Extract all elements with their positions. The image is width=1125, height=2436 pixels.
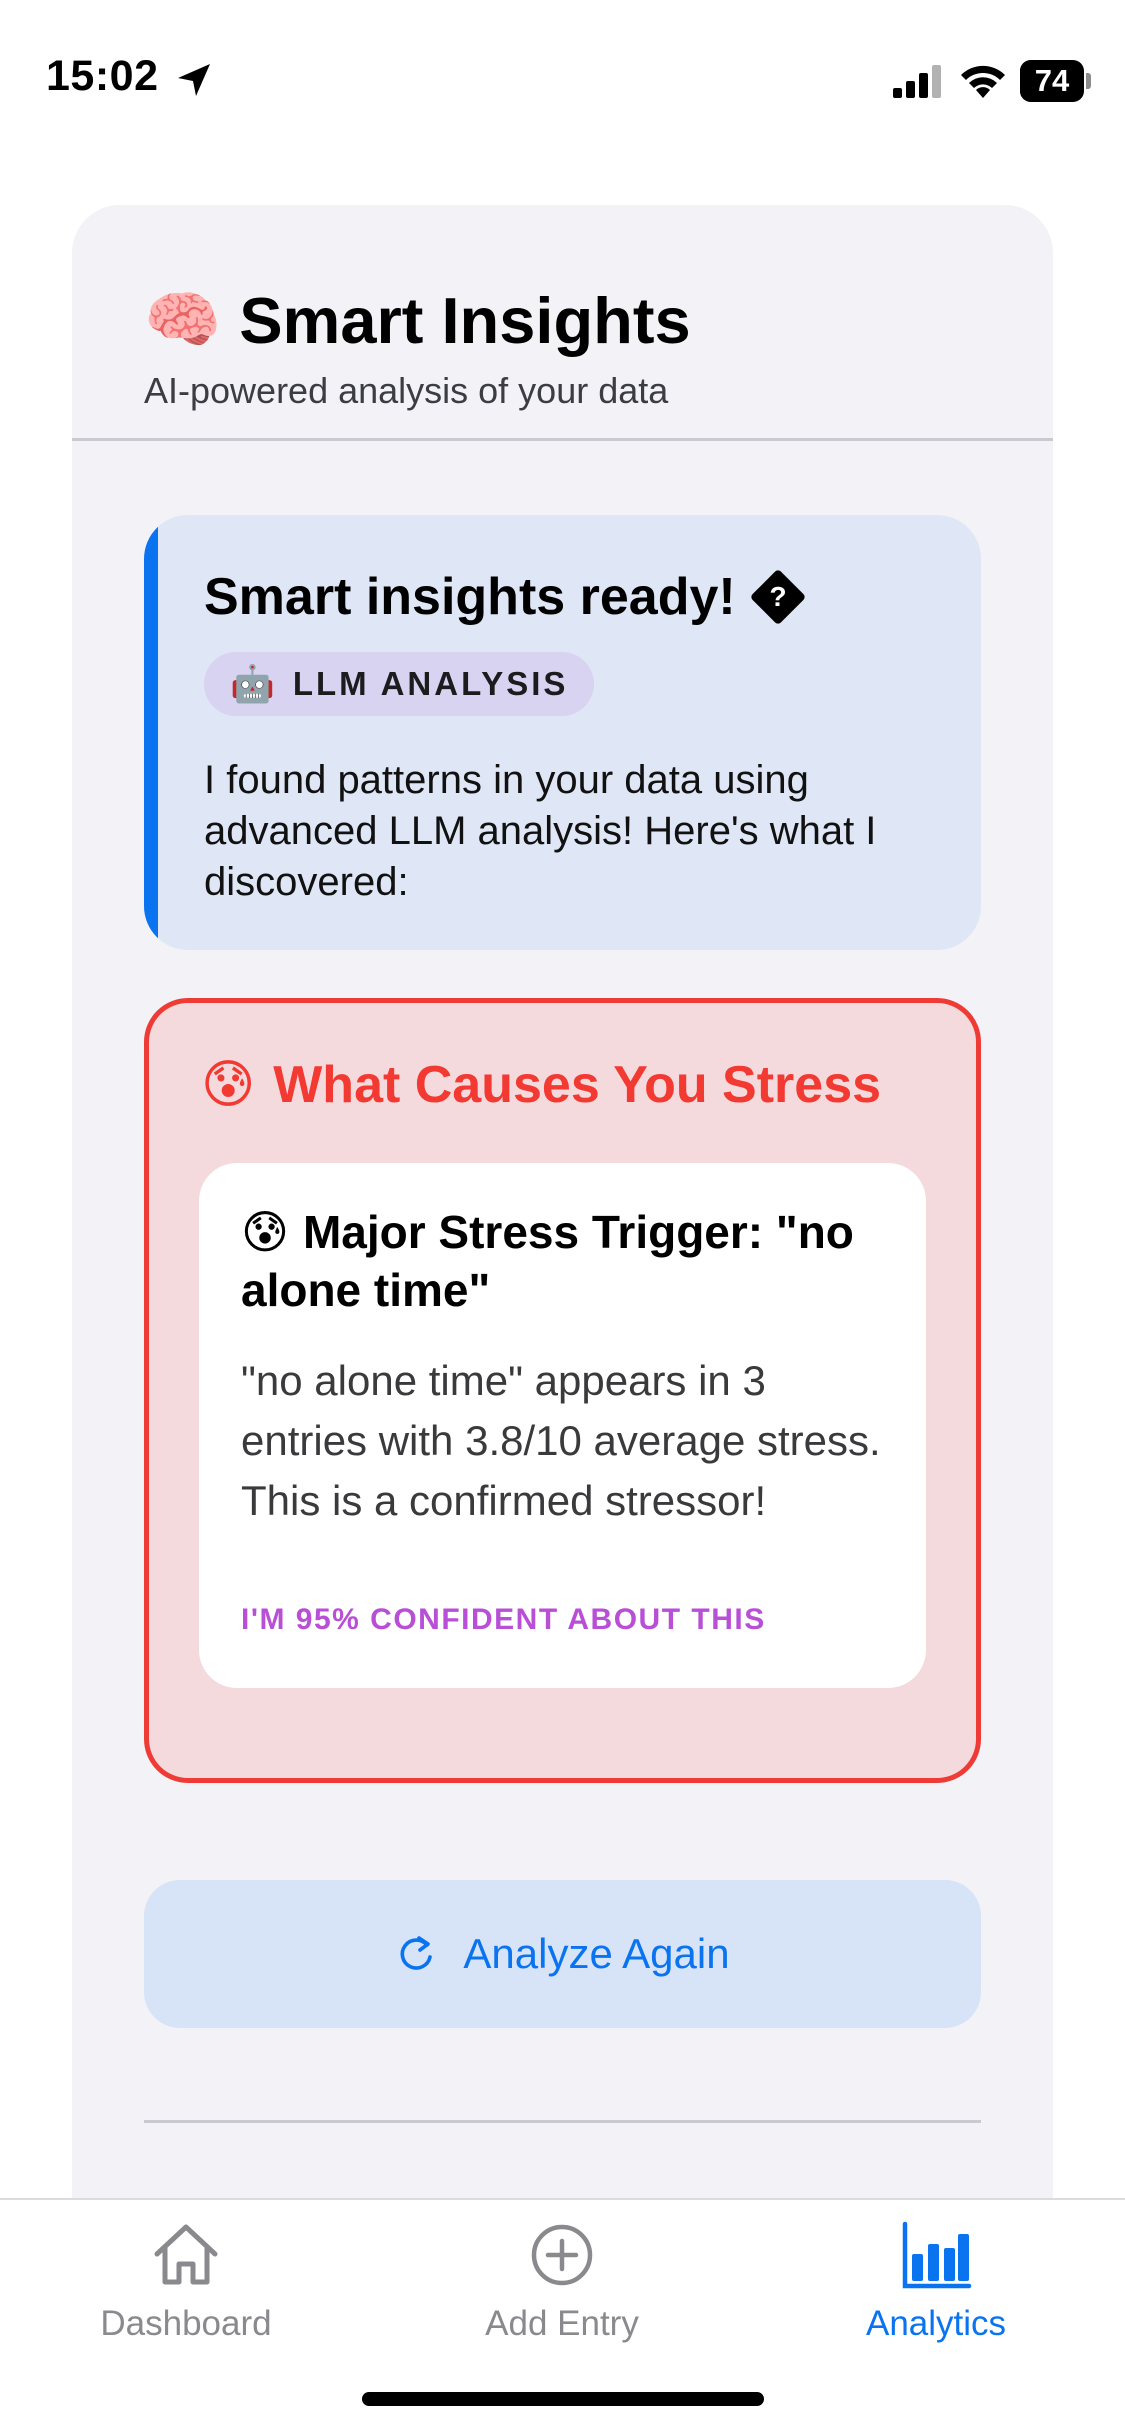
stress-trigger-card[interactable]: 😰 Major Stress Trigger: "no alone time" "…: [199, 1163, 926, 1688]
unknown-glyph-icon: ?: [749, 568, 807, 626]
insights-ready-title-row: Smart insights ready! ?: [204, 567, 807, 627]
header-divider: [72, 438, 1053, 441]
smart-insights-card: 🧠 Smart Insights AI-powered analysis of …: [72, 205, 1053, 2305]
stress-causes-section: 😰 What Causes You Stress 😰 Major Stress T…: [144, 998, 981, 1783]
trigger-title: Major Stress Trigger: "no alone time": [241, 1206, 854, 1316]
stress-section-title: What Causes You Stress: [273, 1056, 882, 1114]
house-icon: [154, 2224, 218, 2285]
plus-circle-icon: [531, 2224, 593, 2286]
insights-description: I found patterns in your data using adva…: [204, 758, 877, 904]
llm-analysis-label: LLM ANALYSIS: [292, 665, 569, 702]
robot-icon: 🤖: [230, 663, 275, 704]
wifi-icon: [961, 65, 1005, 98]
llm-analysis-badge: 🤖 LLM ANALYSIS: [204, 652, 595, 716]
cellular-signal-icon: [893, 65, 941, 98]
anxious-face-icon: 😰: [201, 1056, 256, 1114]
tab-analytics[interactable]: Analytics: [786, 2200, 1086, 2350]
battery-indicator: 74: [1020, 60, 1092, 102]
card-title-row: 🧠 Smart Insights: [144, 283, 691, 358]
tab-dashboard-label: Dashboard: [100, 2304, 272, 2343]
analyze-again-button[interactable]: Analyze Again: [144, 1880, 981, 2028]
tab-add-entry[interactable]: Add Entry: [412, 2200, 712, 2350]
insights-ready-box: Smart insights ready! ? 🤖 LLM ANALYSIS I…: [144, 515, 981, 950]
location-arrow-icon: [178, 64, 210, 96]
anxious-face-icon: 😰: [241, 1206, 289, 1258]
page-title: Smart Insights: [239, 284, 691, 357]
bar-chart-icon: [902, 2221, 972, 2289]
stress-section-title-row: 😰 What Causes You Stress: [201, 1055, 881, 1115]
tab-analytics-label: Analytics: [865, 2304, 1007, 2343]
battery-percentage: 74: [1034, 63, 1070, 98]
trigger-title-row: 😰 Major Stress Trigger: "no alone time": [241, 1203, 891, 1319]
page-subtitle: AI-powered analysis of your data: [144, 370, 669, 411]
refresh-icon: [400, 1936, 433, 1970]
section-divider: [144, 2120, 981, 2123]
accent-bar: [144, 515, 158, 950]
tab-dashboard[interactable]: Dashboard: [36, 2200, 336, 2350]
analyze-again-label: Analyze Again: [463, 1930, 730, 1977]
home-indicator: [362, 2392, 764, 2406]
confidence-label: I'M 95% CONFIDENT ABOUT THIS: [241, 1603, 766, 1636]
brain-icon: 🧠: [144, 286, 222, 355]
tab-add-entry-label: Add Entry: [485, 2304, 639, 2343]
status-bar: 15:02 74: [0, 0, 1125, 150]
insights-ready-title: Smart insights ready!: [204, 568, 736, 626]
status-time: 15:02: [46, 52, 159, 100]
battery-cap: [1086, 73, 1091, 89]
trigger-description: "no alone time" appears in 3 entries wit…: [241, 1357, 881, 1524]
